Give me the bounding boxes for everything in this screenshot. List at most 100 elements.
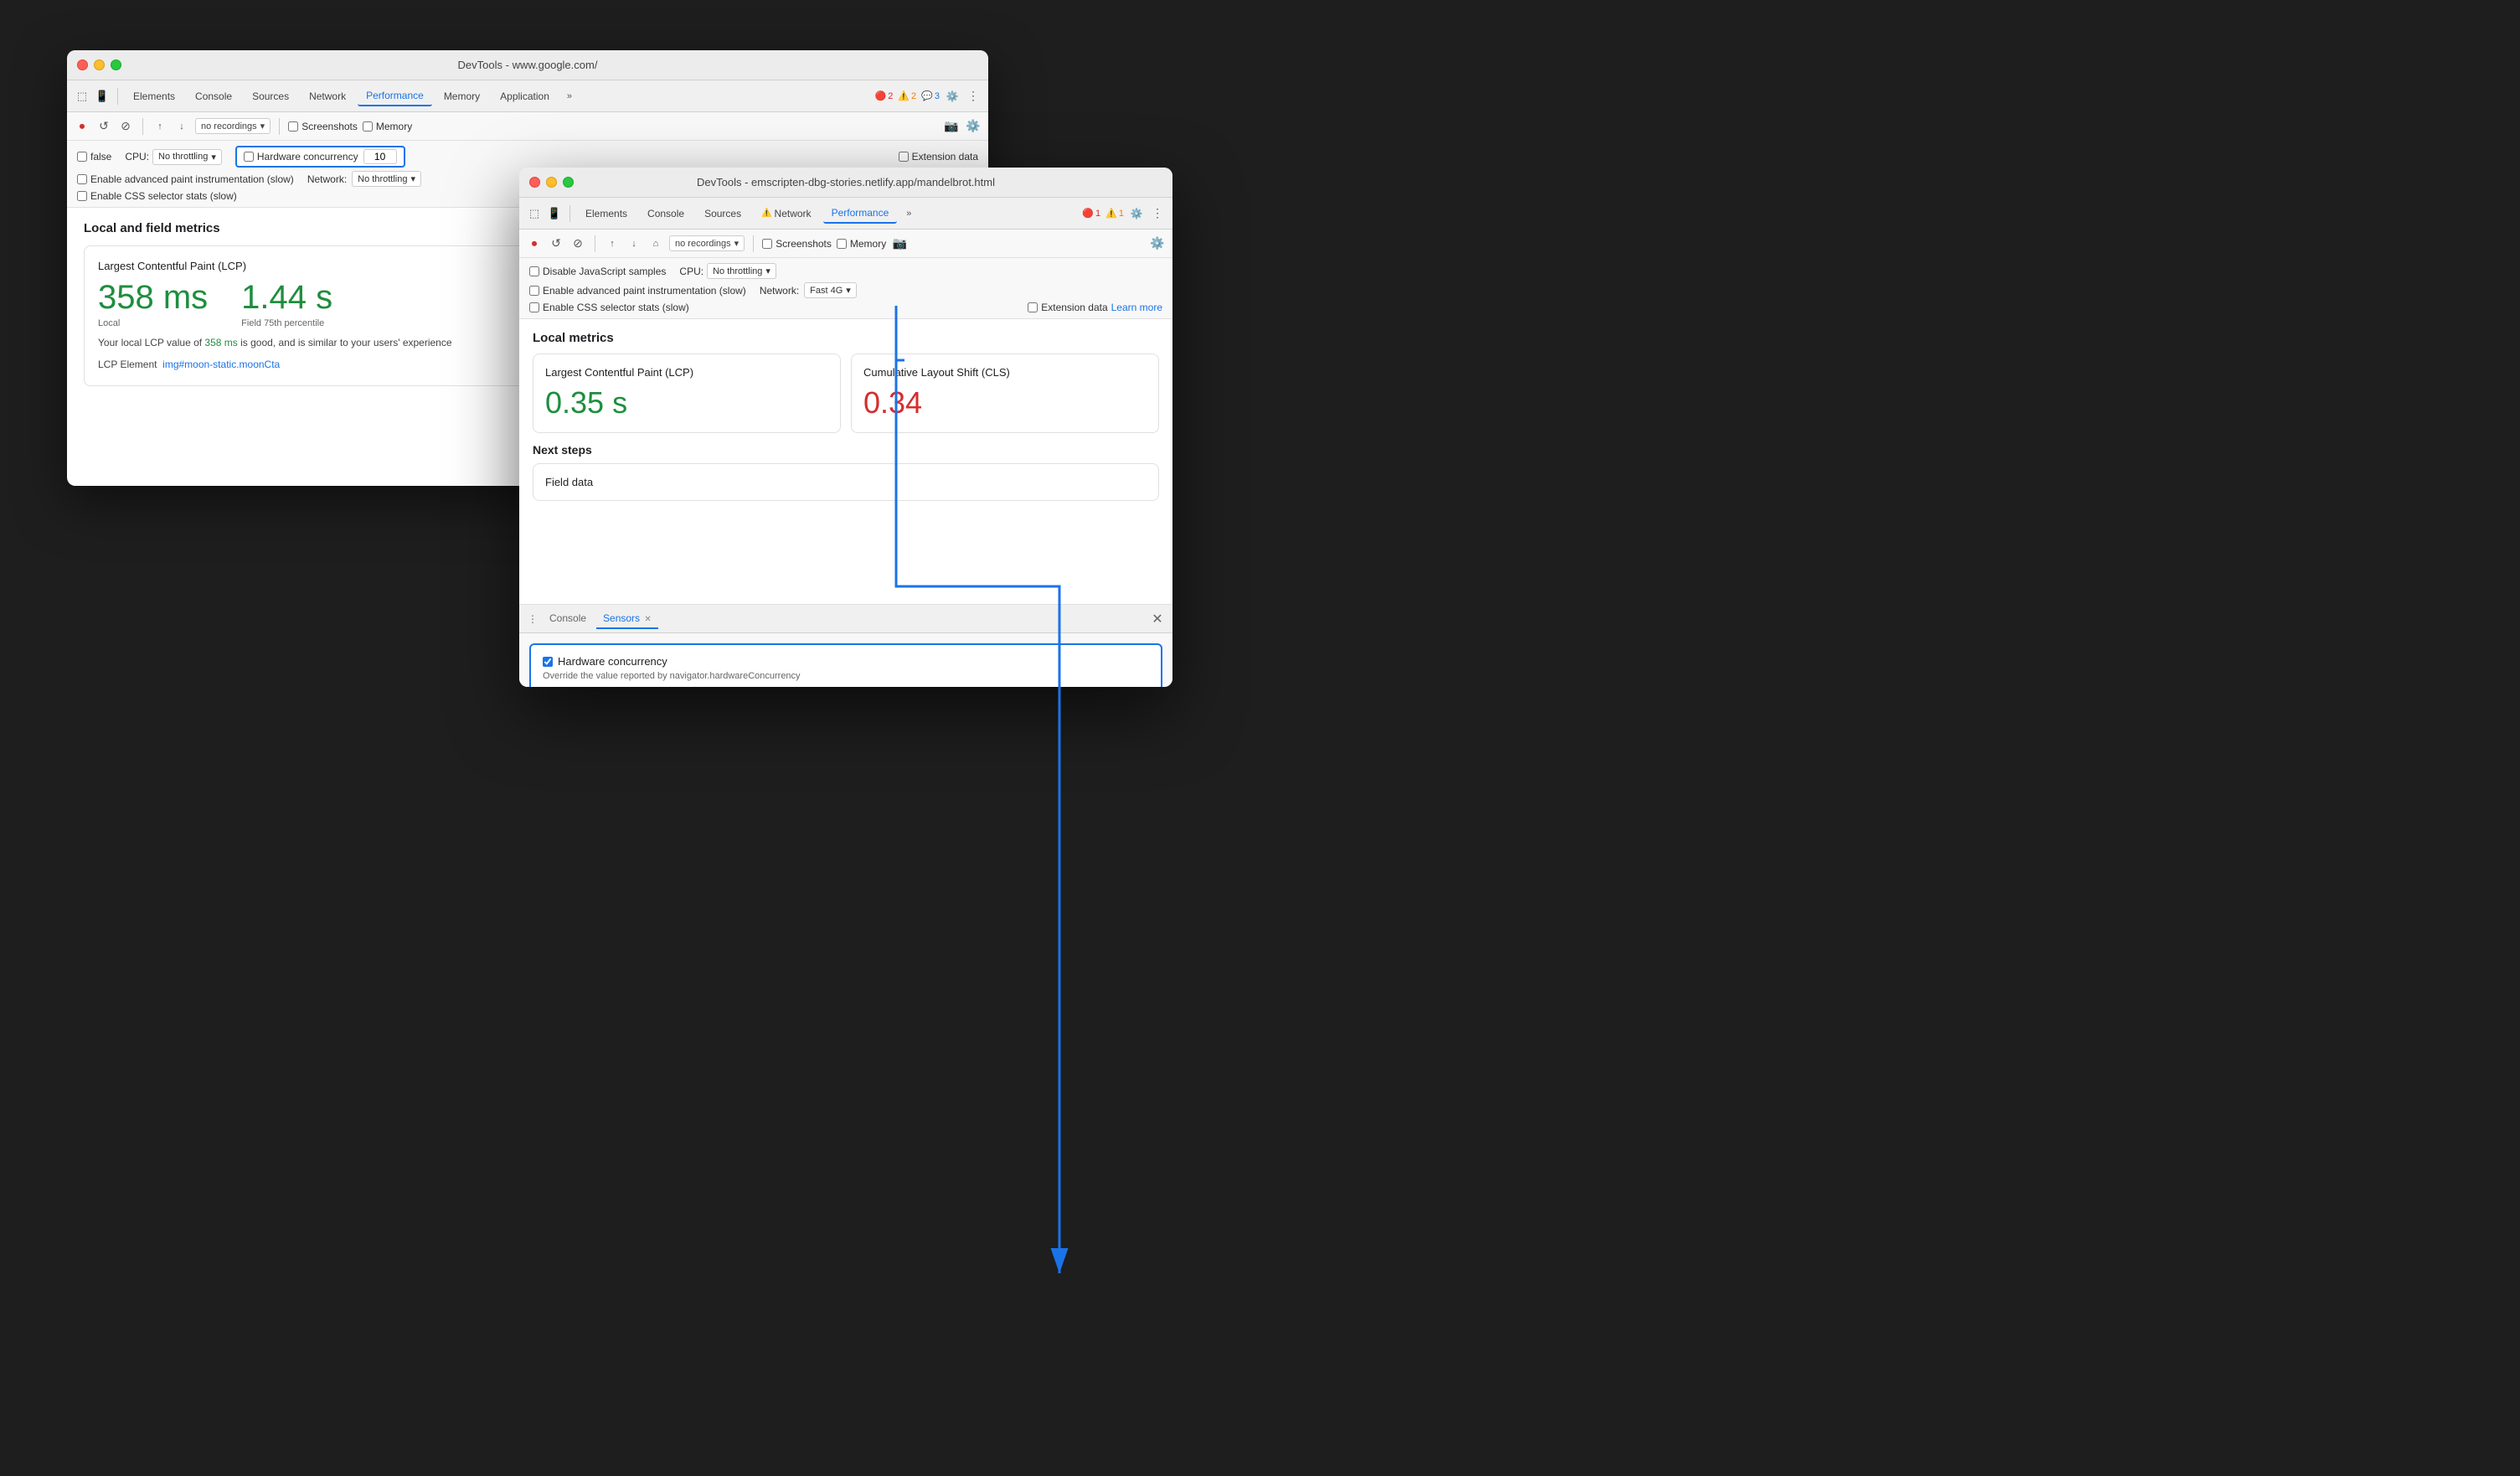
recordings-select-bg[interactable]: no recordings ▾ bbox=[195, 118, 271, 134]
css-selector-checkbox-fg[interactable]: Enable CSS selector stats (slow) bbox=[529, 302, 689, 313]
refresh-icon-fg[interactable]: ↺ bbox=[548, 235, 564, 252]
tab-performance-bg[interactable]: Performance bbox=[358, 86, 432, 106]
hw-concurrency-card-sensors: Hardware concurrency Override the value … bbox=[529, 643, 1162, 687]
hw-concurrency-value-bg[interactable] bbox=[363, 149, 397, 164]
disable-js-input-fg[interactable] bbox=[529, 266, 539, 276]
warn-triangle-icon-fg: ⚠️ bbox=[1105, 208, 1117, 219]
learn-more-link-fg[interactable]: Learn more bbox=[1111, 302, 1162, 313]
advanced-paint-checkbox-bg[interactable]: Enable advanced paint instrumentation (s… bbox=[77, 173, 294, 185]
network-value-fg: Fast 4G bbox=[810, 286, 843, 296]
cpu-select-box-bg[interactable]: No throttling ▾ bbox=[152, 149, 222, 165]
clear-icon-bg[interactable]: ⊘ bbox=[117, 118, 134, 135]
extension-data-input-bg[interactable] bbox=[899, 152, 909, 162]
cpu-select-box-fg[interactable]: No throttling ▾ bbox=[707, 263, 776, 279]
panel-close-button[interactable]: ✕ bbox=[1149, 611, 1166, 627]
tabs-bar-bg: ⬚ 📱 Elements Console Sources Network Per… bbox=[67, 80, 988, 112]
tab-elements-fg[interactable]: Elements bbox=[577, 204, 636, 223]
field-data-title-fg: Field data bbox=[545, 476, 1147, 488]
network-select-box-fg[interactable]: Fast 4G ▾ bbox=[804, 282, 857, 298]
advanced-paint-checkbox-fg[interactable]: Enable advanced paint instrumentation (s… bbox=[529, 285, 746, 297]
device-toggle-icon[interactable]: 📱 bbox=[94, 88, 111, 105]
hw-card-checkbox-sensors[interactable] bbox=[543, 657, 553, 667]
extension-data-checkbox-fg[interactable]: Extension data Learn more bbox=[1028, 302, 1162, 313]
close-button-bg[interactable] bbox=[77, 59, 88, 70]
options-row-2-fg: Enable advanced paint instrumentation (s… bbox=[529, 282, 1162, 298]
network-select-box-bg[interactable]: No throttling ▾ bbox=[352, 171, 421, 187]
extension-data-input-fg[interactable] bbox=[1028, 302, 1038, 312]
css-selector-input-fg[interactable] bbox=[529, 302, 539, 312]
memory-label-bg: Memory bbox=[376, 121, 412, 132]
tab-network-fg[interactable]: ⚠️ Network bbox=[753, 204, 819, 223]
network-arrow-bg: ▾ bbox=[410, 173, 415, 184]
tab-sensors-active[interactable]: Sensors ✕ bbox=[596, 609, 658, 629]
memory-check-input-fg[interactable] bbox=[837, 239, 847, 249]
css-selector-checkbox-bg[interactable]: Enable CSS selector stats (slow) bbox=[77, 190, 237, 202]
more-tabs-icon[interactable]: » bbox=[561, 88, 578, 105]
refresh-icon-bg[interactable]: ↺ bbox=[95, 118, 112, 135]
maximize-button-bg[interactable] bbox=[111, 59, 121, 70]
tab-application-bg[interactable]: Application bbox=[492, 87, 558, 106]
hw-concurrency-input-bg[interactable] bbox=[244, 152, 254, 162]
advanced-paint-input-bg[interactable] bbox=[77, 174, 87, 184]
download-icon-fg[interactable]: ↓ bbox=[626, 235, 642, 252]
tab-console-fg[interactable]: Console bbox=[639, 204, 693, 223]
more-options-icon-bg[interactable]: ⋮ bbox=[965, 88, 982, 105]
lcp-element-value-bg[interactable]: img#moon-static.moonCta bbox=[162, 359, 280, 370]
screenshots-checkbox-bg[interactable]: Screenshots bbox=[288, 121, 358, 132]
close-button-fg[interactable] bbox=[529, 177, 540, 188]
sensors-panel-dots[interactable]: ⋮ bbox=[526, 612, 539, 626]
download-icon-bg[interactable]: ↓ bbox=[173, 118, 190, 135]
tab-performance-fg[interactable]: Performance bbox=[823, 204, 898, 224]
warn-badge-fg: ⚠️ 1 bbox=[1105, 208, 1124, 219]
settings-icon-fg[interactable]: ⚙️ bbox=[1129, 206, 1144, 221]
css-selector-input-bg[interactable] bbox=[77, 191, 87, 201]
screenshots-check-input-fg[interactable] bbox=[762, 239, 772, 249]
recordings-select-fg[interactable]: no recordings ▾ bbox=[669, 235, 745, 251]
tab-network-bg[interactable]: Network bbox=[301, 87, 354, 106]
tab-console-sensors[interactable]: Console bbox=[543, 609, 593, 629]
network-label-bg: Network: bbox=[307, 173, 347, 185]
upload-icon-bg[interactable]: ↑ bbox=[152, 118, 168, 135]
camera-icon-fg[interactable]: 📷 bbox=[891, 235, 908, 252]
settings-gear-icon-fg[interactable]: ⚙️ bbox=[1149, 235, 1166, 252]
inspect-icon-fg[interactable]: ⬚ bbox=[526, 205, 543, 222]
minimize-button-fg[interactable] bbox=[546, 177, 557, 188]
lcp-field-value-bg: 1.44 s bbox=[241, 279, 332, 317]
cls-card-fg: Cumulative Layout Shift (CLS) 0.34 bbox=[851, 354, 1159, 433]
camera-icon-bg[interactable]: 📷 bbox=[943, 118, 960, 135]
more-options-icon-fg[interactable]: ⋮ bbox=[1149, 205, 1166, 222]
tab-console-bg[interactable]: Console bbox=[187, 87, 240, 106]
tab-sources-fg[interactable]: Sources bbox=[696, 204, 750, 223]
settings-gear-icon-bg[interactable]: ⚙️ bbox=[965, 118, 982, 135]
disable-js-checkbox-bg[interactable]: false bbox=[77, 151, 111, 163]
tab-sep-fg bbox=[569, 205, 570, 222]
hw-concurrency-checkbox-bg[interactable]: Hardware concurrency bbox=[244, 151, 358, 163]
more-tabs-icon-fg[interactable]: » bbox=[900, 205, 917, 222]
clear-icon-fg[interactable]: ⊘ bbox=[569, 235, 586, 252]
screenshots-checkbox-fg[interactable]: Screenshots bbox=[762, 238, 832, 250]
cpu-arrow-bg: ▾ bbox=[211, 152, 216, 163]
record-icon-bg[interactable]: ⏺ bbox=[74, 118, 90, 135]
settings-icon-bg[interactable]: ⚙️ bbox=[945, 89, 960, 104]
device-toggle-icon-fg[interactable]: 📱 bbox=[546, 205, 563, 222]
sensors-tab-close[interactable]: ✕ bbox=[644, 615, 651, 624]
disable-js-input-bg[interactable] bbox=[77, 152, 87, 162]
screenshots-check-input-bg[interactable] bbox=[288, 121, 298, 132]
memory-checkbox-bg[interactable]: Memory bbox=[363, 121, 412, 132]
record-icon-fg[interactable]: ⏺ bbox=[526, 235, 543, 252]
maximize-button-fg[interactable] bbox=[563, 177, 574, 188]
home-icon-fg[interactable]: ⌂ bbox=[647, 235, 664, 252]
memory-check-input-bg[interactable] bbox=[363, 121, 373, 132]
disable-js-checkbox-fg[interactable]: Disable JavaScript samples bbox=[529, 266, 666, 277]
tab-memory-bg[interactable]: Memory bbox=[435, 87, 488, 106]
memory-checkbox-fg[interactable]: Memory bbox=[837, 238, 886, 250]
dropdown-arrow-bg: ▾ bbox=[260, 121, 265, 132]
inspect-icon[interactable]: ⬚ bbox=[74, 88, 90, 105]
minimize-button-bg[interactable] bbox=[94, 59, 105, 70]
upload-icon-fg[interactable]: ↑ bbox=[604, 235, 621, 252]
advanced-paint-input-fg[interactable] bbox=[529, 286, 539, 296]
css-selector-label-fg: Enable CSS selector stats (slow) bbox=[543, 302, 689, 313]
extension-data-checkbox-bg[interactable]: Extension data bbox=[899, 151, 978, 163]
tab-elements-bg[interactable]: Elements bbox=[125, 87, 183, 106]
tab-sources-bg[interactable]: Sources bbox=[244, 87, 297, 106]
